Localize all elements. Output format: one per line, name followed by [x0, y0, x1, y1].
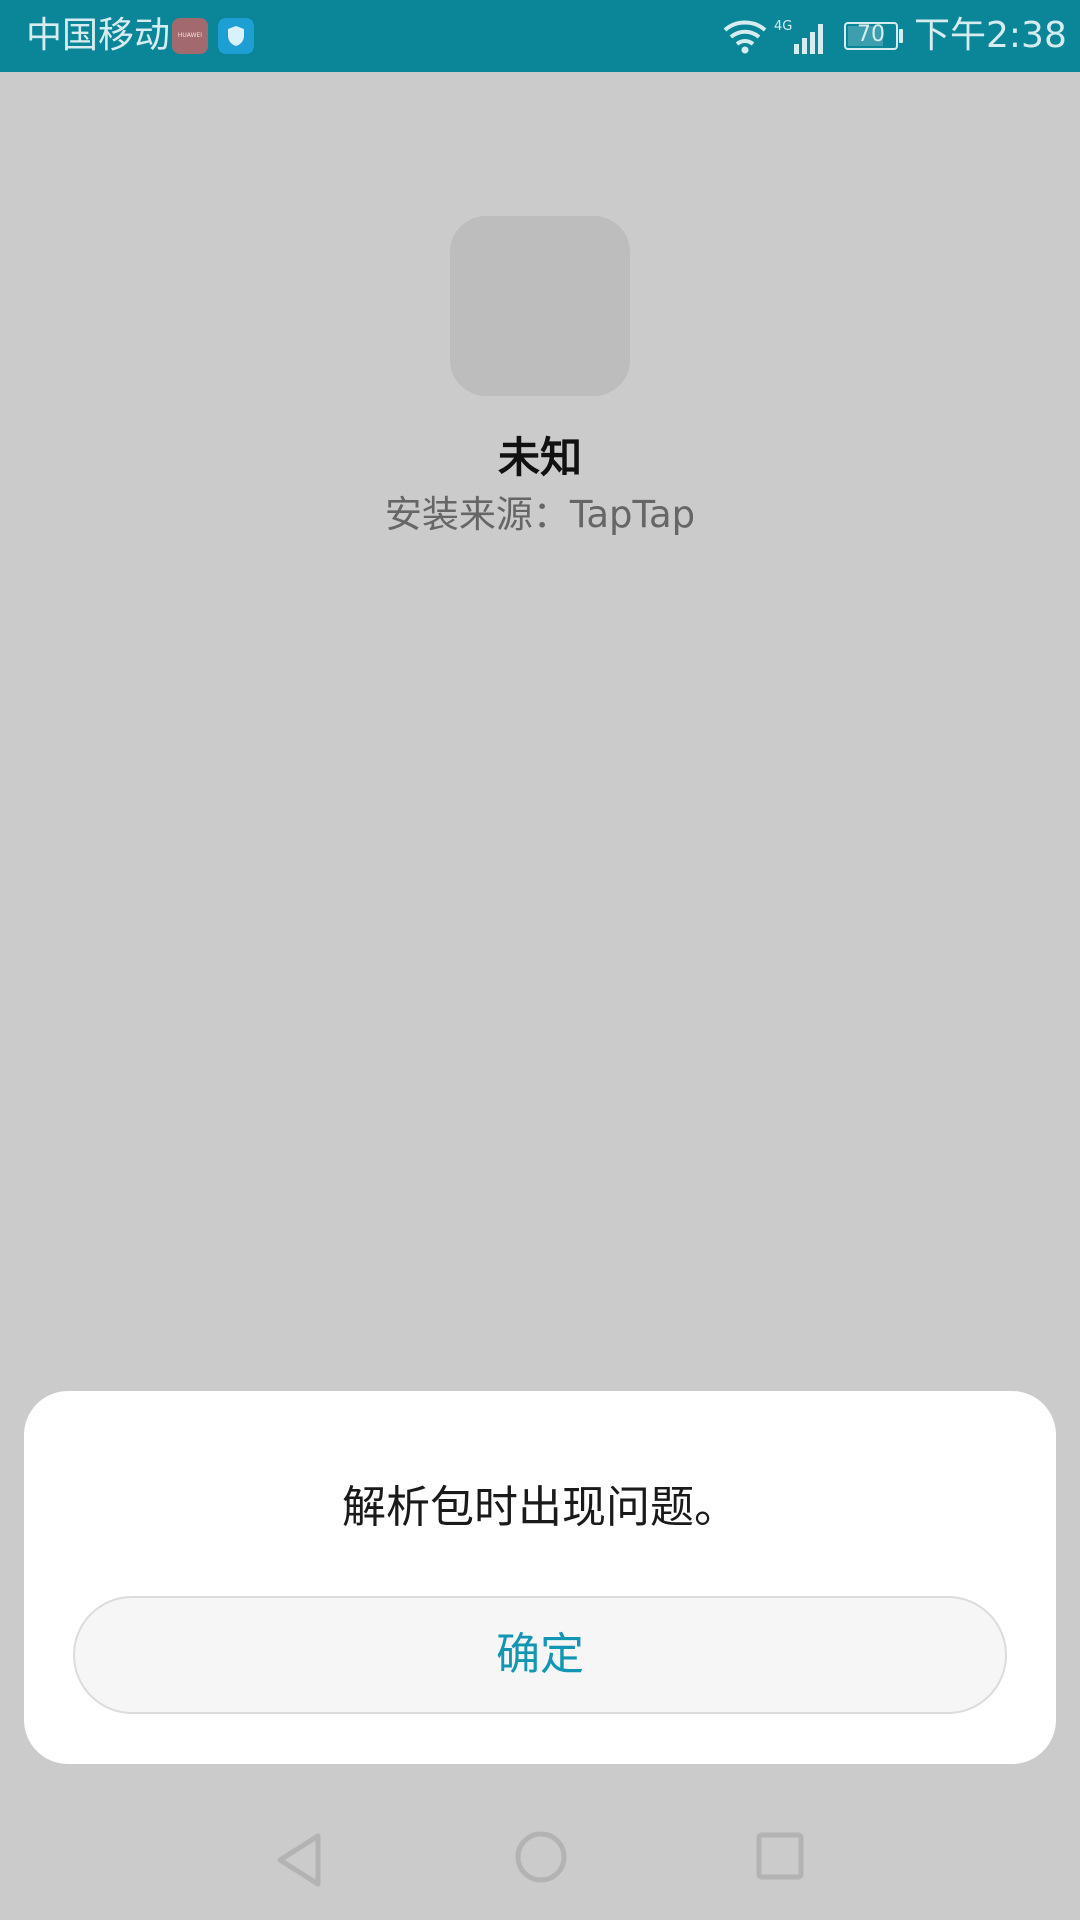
battery-icon: 70 [844, 22, 898, 50]
app-icon-placeholder [450, 216, 630, 396]
shield-icon [218, 18, 254, 54]
navigation-bar [0, 1796, 1080, 1920]
install-source: 安装来源：TapTap [384, 493, 696, 536]
wifi-icon [722, 16, 768, 60]
error-dialog: 解析包时出现问题。 确定 [24, 1391, 1056, 1764]
battery-tip [899, 29, 903, 43]
confirm-button[interactable]: 确定 [73, 1596, 1007, 1714]
status-bar: 中国移动 HUAWEI 4G 70 下午2:38 [0, 0, 1080, 72]
dialog-message: 解析包时出现问题。 [342, 1482, 738, 1533]
cellular-signal-icon: 4G [772, 16, 832, 60]
app-name: 未知 [497, 433, 582, 482]
huawei-appgallery-icon: HUAWEI [172, 18, 208, 54]
screen: 中国移动 HUAWEI 4G 70 下午2:38 未知 安装来源：TapTap … [0, 0, 1080, 1920]
back-triangle-icon[interactable] [274, 1832, 326, 1892]
huawei-badge-label: HUAWEI [177, 32, 203, 39]
home-circle-icon[interactable] [514, 1830, 568, 1888]
status-time: 下午2:38 [914, 15, 1067, 56]
network-type: 4G [774, 19, 792, 34]
battery-level: 70 [857, 22, 885, 47]
carrier-name: 中国移动 [26, 15, 171, 56]
recent-square-icon[interactable] [756, 1832, 804, 1884]
